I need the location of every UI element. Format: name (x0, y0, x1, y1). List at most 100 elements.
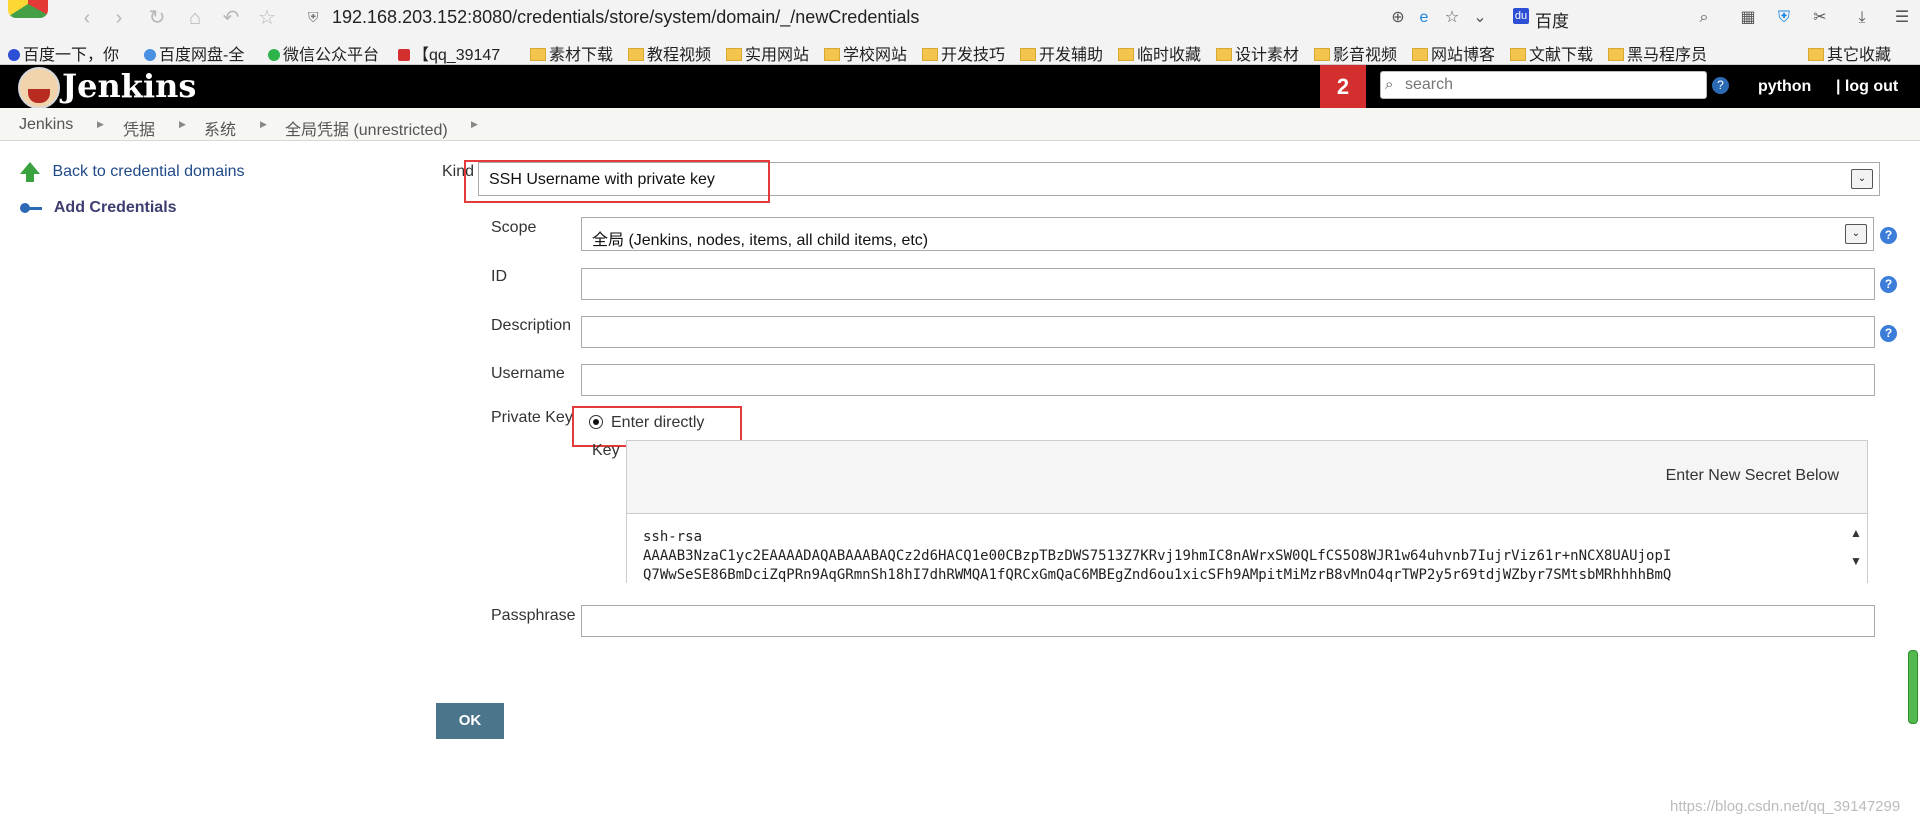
id-help-icon[interactable]: ? (1880, 276, 1897, 293)
bookmark-folder[interactable]: 影音视频 (1314, 41, 1397, 65)
app-title[interactable]: Jenkins (62, 65, 196, 108)
description-label: Description (491, 317, 572, 334)
search-input[interactable] (1403, 74, 1702, 96)
baidu-icon (8, 49, 20, 61)
scope-select[interactable]: 全局 (Jenkins, nodes, items, all child ite… (581, 217, 1874, 251)
apps-grid-icon[interactable]: ▦ (1738, 8, 1758, 28)
private-key-label: Private Key (491, 409, 573, 426)
folder-icon (530, 48, 546, 61)
up-arrow-icon (20, 161, 40, 182)
bookmark-folder[interactable]: 设计素材 (1216, 41, 1299, 65)
browser-search-icon[interactable]: ⌕ (1694, 8, 1714, 28)
folder-icon (628, 48, 644, 61)
menu-icon[interactable]: ☰ (1892, 8, 1912, 28)
username-label: Username (491, 365, 565, 382)
help-icon[interactable]: ? (1712, 77, 1729, 94)
breadcrumb: Jenkins ▶ 凭据 ▶ 系统 ▶ 全局凭据 (unrestricted) … (0, 108, 1920, 141)
chevron-down-icon[interactable]: ⌄ (1851, 169, 1873, 189)
key-value: ssh-rsa AAAAB3NzaC1yc2EAAAADAQABAAABAQCz… (643, 529, 1672, 583)
scroll-up-icon[interactable]: ▲ (1849, 519, 1863, 547)
notification-badge[interactable]: 2 (1320, 65, 1366, 108)
bookmark-folder[interactable]: 网站博客 (1412, 41, 1495, 65)
scope-label: Scope (491, 219, 537, 236)
key-scrollbar[interactable]: ▲ ▼ (1849, 519, 1863, 579)
folder-icon (726, 48, 742, 61)
key-textarea[interactable]: ssh-rsa AAAAB3NzaC1yc2EAAAADAQABAAABAQCz… (627, 513, 1867, 584)
sidebar-item-label: Add Credentials (53, 199, 177, 216)
folder-icon (1808, 48, 1824, 61)
passphrase-field[interactable] (581, 605, 1875, 637)
bookmark-folder[interactable]: 黑马程序员 (1608, 41, 1707, 65)
forward-icon[interactable]: › (108, 7, 130, 29)
bookmark-item[interactable]: 微信公众平台 (268, 41, 379, 65)
bookmark-folder[interactable]: 实用网站 (726, 41, 809, 65)
user-link[interactable]: python (1758, 65, 1811, 108)
ok-button[interactable]: OK (436, 703, 504, 739)
bookmark-folder[interactable]: 临时收藏 (1118, 41, 1201, 65)
home-icon[interactable]: ⌂ (184, 7, 206, 29)
folder-icon (1314, 48, 1330, 61)
bookmark-folder[interactable]: 文献下载 (1510, 41, 1593, 65)
breadcrumb-separator-icon[interactable]: ▶ (179, 119, 186, 130)
bookmark-item[interactable]: 【qq_39147 (398, 41, 500, 65)
scissors-icon[interactable]: ✂ (1810, 8, 1830, 28)
folder-icon (824, 48, 840, 61)
breadcrumb-separator-icon[interactable]: ▶ (260, 119, 267, 130)
scope-help-icon[interactable]: ? (1880, 227, 1897, 244)
key-hint: Enter New Secret Below (1665, 467, 1839, 484)
logout-link[interactable]: | log out (1836, 65, 1898, 108)
search-box: ⌕ (1380, 71, 1707, 99)
watermark: https://blog.csdn.net/qq_39147299 (1670, 798, 1901, 815)
breadcrumb-item[interactable]: 全局凭据 (unrestricted) (285, 116, 448, 140)
breadcrumb-separator-icon[interactable]: ▶ (97, 119, 104, 130)
undo-icon[interactable]: ↶ (220, 7, 242, 29)
chevron-down-icon[interactable]: ⌄ (1845, 224, 1867, 244)
address-bar[interactable]: 192.168.203.152:8080/credentials/store/s… (332, 7, 919, 28)
bookmark-folder[interactable]: 素材下载 (530, 41, 613, 65)
username-field[interactable] (581, 364, 1875, 396)
breadcrumb-separator-icon[interactable]: ▶ (471, 119, 478, 130)
folder-icon (922, 48, 938, 61)
bookmark-folder[interactable]: 其它收藏 (1808, 41, 1891, 65)
scroll-down-icon[interactable]: ▼ (1849, 547, 1863, 575)
description-field[interactable] (581, 316, 1875, 348)
favorite-star-icon[interactable]: ☆ (256, 7, 278, 29)
sidebar-item-back-to-credential-domains[interactable]: Back to credential domains (20, 161, 245, 187)
back-icon[interactable]: ‹ (76, 7, 98, 29)
bookmark-item[interactable]: 百度一下，你 (8, 41, 119, 65)
breadcrumb-item[interactable]: Jenkins (19, 116, 73, 134)
kind-highlight-box (464, 160, 770, 203)
key-icon (20, 202, 42, 213)
folder-icon (1216, 48, 1232, 61)
id-field[interactable] (581, 268, 1875, 300)
download-icon[interactable]: ⤓ (1852, 8, 1872, 28)
bookmark-star-icon[interactable]: ☆ (1442, 8, 1462, 28)
page-scrollbar[interactable] (1908, 650, 1918, 724)
secure-shield-icon: ⛨ (308, 9, 319, 25)
breadcrumb-item[interactable]: 系统 (204, 116, 236, 140)
bookmark-folder[interactable]: 开发辅助 (1020, 41, 1103, 65)
reload-icon[interactable]: ↻ (146, 7, 168, 29)
bookmark-folder[interactable]: 开发技巧 (922, 41, 1005, 65)
bookmark-folder[interactable]: 学校网站 (824, 41, 907, 65)
sidebar-item-add-credentials[interactable]: Add Credentials (20, 199, 177, 223)
security-shield-icon[interactable]: ⛨ (1774, 8, 1794, 28)
url-dropdown-icon[interactable]: ⌄ (1470, 8, 1490, 28)
folder-icon (1510, 48, 1526, 61)
baidu-search-engine-icon[interactable]: du (1513, 8, 1529, 24)
zoom-icon[interactable]: ⊕ (1388, 8, 1408, 28)
bookmark-folder[interactable]: 教程视频 (628, 41, 711, 65)
folder-icon (1020, 48, 1036, 61)
ie-mode-icon[interactable]: e (1414, 8, 1434, 28)
browser-toolbar: ‹ › ↻ ⌂ ↶ ☆ ⛨ 192.168.203.152:8080/crede… (0, 0, 1920, 37)
folder-icon (1608, 48, 1624, 61)
jenkins-butler-logo-icon[interactable] (18, 67, 60, 109)
passphrase-label: Passphrase (491, 607, 576, 624)
breadcrumb-item[interactable]: 凭据 (123, 116, 155, 140)
description-help-icon[interactable]: ? (1880, 325, 1897, 342)
scope-selected-value: 全局 (Jenkins, nodes, items, all child ite… (592, 232, 929, 249)
bookmark-item[interactable]: 百度网盘-全 (144, 41, 244, 65)
search-engine-label[interactable]: 百度 (1535, 7, 1569, 32)
csdn-icon (398, 49, 410, 61)
jenkins-header: Jenkins 2 ⌕ ? python | log out (0, 65, 1920, 109)
